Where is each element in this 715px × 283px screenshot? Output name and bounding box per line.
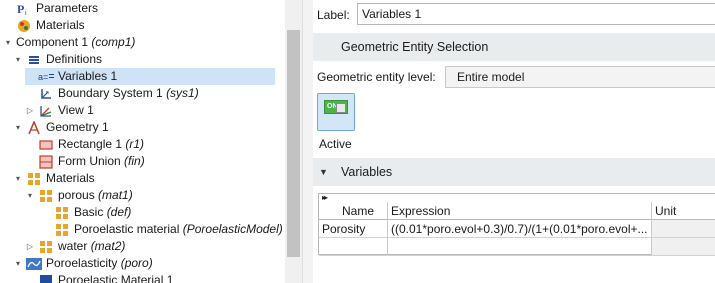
material-icon (38, 188, 54, 204)
expand-twisty[interactable]: ▾ (13, 51, 23, 68)
tree-item-geometry[interactable]: ▾ Geometry 1 (13, 119, 109, 136)
section-title: Geometric Entity Selection (341, 40, 489, 54)
entity-level-caption: Geometric entity level: (317, 70, 436, 84)
variables-section[interactable]: ▼ Variables (313, 158, 715, 186)
column-header-name[interactable]: Name (319, 202, 388, 220)
tree-item-boundary-system[interactable]: n Boundary System 1 (sys1) (25, 85, 199, 102)
toggle-on-icon: ON (324, 100, 348, 114)
cell-expression[interactable] (388, 238, 652, 256)
collapse-arrow-icon[interactable]: ▼ (319, 158, 328, 186)
variables-icon: a= (38, 69, 54, 85)
label-caption: Label: (317, 8, 350, 22)
tree-item-materials[interactable]: ▾ Materials (13, 170, 95, 187)
cell-expression[interactable]: ((0.01*poro.evol+0.3)/0.7)/(1+(0.01*poro… (388, 220, 652, 238)
tree-item-view[interactable]: ▷ View 1 (25, 102, 94, 119)
tree-item-component[interactable]: ▾ Component 1 (comp1) (3, 34, 135, 51)
expand-twisty[interactable]: ▷ (25, 238, 35, 255)
entity-level-select[interactable]: Entire model (445, 66, 715, 88)
materials-icon (16, 18, 32, 34)
tree-item-form-union[interactable]: Form Union (fin) (25, 153, 145, 170)
tree-item-materials-global[interactable]: Materials (3, 17, 85, 34)
geometry-icon (26, 120, 42, 136)
expand-twisty[interactable]: ▾ (13, 170, 23, 187)
model-tree: Pi Parameters Materials ▾ Component 1 (c… (0, 0, 285, 283)
svg-text:P: P (17, 2, 24, 16)
entity-level-row: Geometric entity level: Entire model (313, 64, 715, 90)
tree-item-parameters[interactable]: Pi Parameters (3, 0, 98, 17)
materials-icon (26, 171, 42, 187)
view-icon (38, 103, 54, 119)
column-header-expression[interactable]: Expression (388, 202, 652, 220)
cell-name[interactable]: Porosity (319, 220, 388, 238)
tree-item-basic[interactable]: Basic (def) (41, 204, 131, 221)
tree-item-water[interactable]: ▷ water (mat2) (25, 238, 125, 255)
variables-table: ▸▸ Name Expression Unit Porosity ((0.01*… (318, 193, 715, 256)
active-label: Active (319, 137, 352, 151)
expand-twisty[interactable]: ▾ (13, 255, 23, 272)
active-toggle-button[interactable]: ON (317, 93, 355, 131)
table-header: Name Expression Unit (319, 202, 715, 220)
expand-columns-icon[interactable]: ▸▸ (322, 193, 328, 202)
label-row: Label: Variables 1 (313, 0, 715, 30)
cell-unit (652, 220, 715, 238)
rectangle-icon (38, 137, 54, 153)
svg-text:n: n (46, 90, 49, 96)
tree-scrollbar-thumb[interactable] (287, 30, 300, 257)
expand-twisty[interactable]: ▾ (25, 187, 35, 204)
tree-item-porous[interactable]: ▾ porous (mat1) (25, 187, 133, 204)
tree-item-label: Parameters (36, 1, 99, 15)
svg-text:i: i (25, 10, 27, 16)
physics-icon (26, 256, 42, 272)
expand-twisty[interactable]: ▾ (13, 119, 23, 136)
physics-feature-icon (38, 273, 54, 283)
expand-twisty[interactable]: ▷ (25, 102, 35, 119)
expand-twisty[interactable]: ▾ (3, 34, 13, 51)
panel-splitter[interactable] (302, 0, 313, 283)
cell-name[interactable] (319, 238, 388, 256)
property-group-icon (54, 205, 70, 221)
tree-item-poroelastic-material-1[interactable]: Poroelastic Material 1 (25, 272, 173, 283)
definitions-icon (26, 52, 42, 68)
tree-item-poroelasticity[interactable]: ▾ Poroelasticity (poro) (13, 255, 153, 272)
table-row[interactable] (319, 238, 715, 256)
tree-item-poroelastic-material[interactable]: Poroelastic material (PoroelasticModel) (41, 221, 283, 238)
cell-unit (652, 238, 715, 256)
form-union-icon (38, 154, 54, 170)
property-group-icon (54, 222, 70, 238)
tree-item-variables[interactable]: a= Variables 1 (25, 68, 275, 85)
parameters-icon: Pi (16, 1, 32, 17)
table-row[interactable]: Porosity ((0.01*poro.evol+0.3)/0.7)/(1+(… (319, 220, 715, 238)
label-input[interactable]: Variables 1 (357, 3, 715, 25)
tree-item-rectangle[interactable]: Rectangle 1 (r1) (25, 136, 144, 153)
svg-text:a=: a= (38, 72, 48, 82)
geometric-entity-selection-section[interactable]: Geometric Entity Selection (313, 33, 715, 61)
column-header-unit[interactable]: Unit (652, 202, 715, 220)
section-title: Variables (341, 165, 393, 179)
boundary-system-icon: n (38, 86, 54, 102)
material-icon (38, 239, 54, 255)
tree-item-definitions[interactable]: ▾ Definitions (13, 51, 102, 68)
